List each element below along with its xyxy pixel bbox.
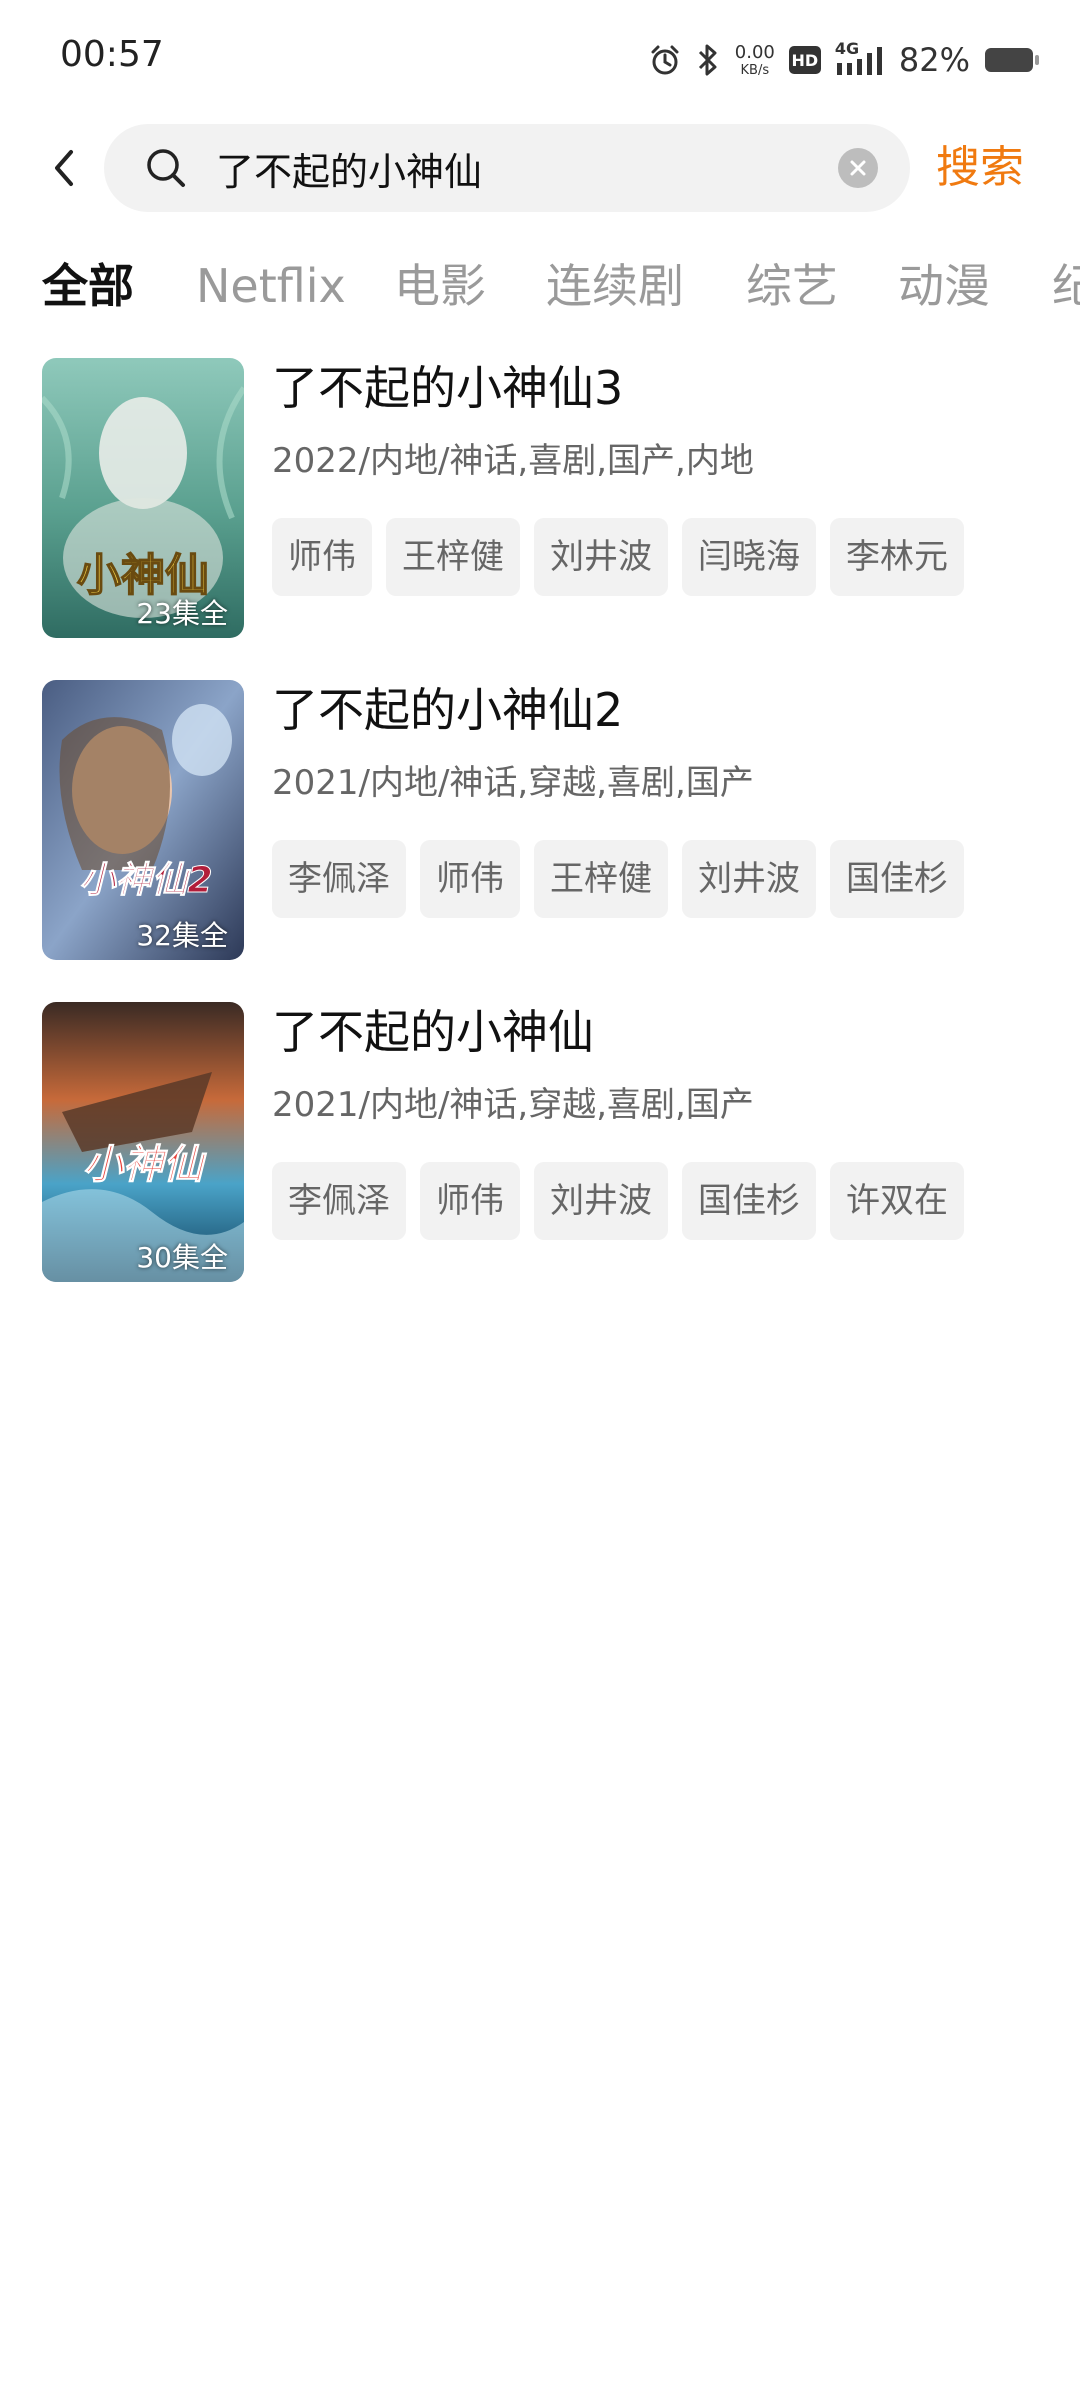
tab-all[interactable]: 全部 xyxy=(42,250,134,322)
result-item[interactable]: 小神仙 30集全 了不起的小神仙 2021/内地/神话,穿越,喜剧,国产 李佩泽… xyxy=(0,1002,1080,1282)
network-speed-value: 0.00 xyxy=(734,41,775,63)
search-header: 搜索 xyxy=(0,118,1080,218)
actor-tag[interactable]: 李佩泽 xyxy=(272,840,406,918)
actor-tag[interactable]: 师伟 xyxy=(420,1162,520,1240)
chevron-left-icon xyxy=(55,150,73,186)
episode-badge: 32集全 xyxy=(136,919,228,952)
hd-icon: HD xyxy=(788,46,821,74)
network-speed: 0.00 KB/s xyxy=(734,41,775,78)
tab-netflix[interactable]: Netflix xyxy=(196,250,346,322)
actor-tag[interactable]: 师伟 xyxy=(420,840,520,918)
result-meta: 2021/内地/神话,穿越,喜剧,国产 xyxy=(272,1085,754,1125)
actor-tag[interactable]: 刘井波 xyxy=(682,840,816,918)
actor-tags: 李佩泽 师伟 刘井波 国佳杉 许双在 xyxy=(272,1162,964,1242)
search-icon xyxy=(147,149,185,187)
status-time: 00:57 xyxy=(60,34,164,75)
tab-anime[interactable]: 动漫 xyxy=(898,250,990,322)
status-bar: 00:57 0.00 KB/s HD 4G 82% xyxy=(0,0,1080,118)
actor-tag[interactable]: 许双在 xyxy=(830,1162,964,1240)
signal-4g-icon: 4G xyxy=(835,39,885,77)
result-title[interactable]: 了不起的小神仙 xyxy=(272,1002,594,1062)
tab-variety[interactable]: 综艺 xyxy=(746,250,838,322)
search-input[interactable] xyxy=(216,138,816,198)
result-meta: 2022/内地/神话,喜剧,国产,内地 xyxy=(272,441,754,481)
poster-title-text: 小神仙 xyxy=(83,1142,207,1188)
search-button[interactable]: 搜索 xyxy=(936,138,1024,198)
episode-badge: 30集全 xyxy=(136,1241,228,1274)
category-tabs: 全部 Netflix 电影 连续剧 综艺 动漫 纪 xyxy=(0,250,1080,330)
actor-tag[interactable]: 王梓健 xyxy=(386,518,520,596)
actor-tag[interactable]: 李佩泽 xyxy=(272,1162,406,1240)
result-item[interactable]: 小神仙 23集全 了不起的小神仙3 2022/内地/神话,喜剧,国产,内地 师伟… xyxy=(0,358,1080,638)
poster-image[interactable]: 小神仙 30集全 xyxy=(42,1002,244,1282)
actor-tag[interactable]: 刘井波 xyxy=(534,518,668,596)
actor-tags: 师伟 王梓健 刘井波 闫晓海 李林元 xyxy=(272,518,964,598)
result-item[interactable]: 小神仙2 32集全 了不起的小神仙2 2021/内地/神话,穿越,喜剧,国产 李… xyxy=(0,680,1080,960)
result-title[interactable]: 了不起的小神仙3 xyxy=(272,358,623,418)
result-meta: 2021/内地/神话,穿越,喜剧,国产 xyxy=(272,763,754,803)
search-box[interactable] xyxy=(104,124,910,212)
tab-movie[interactable]: 电影 xyxy=(394,250,486,322)
actor-tag[interactable]: 李林元 xyxy=(830,518,964,596)
tab-series[interactable]: 连续剧 xyxy=(546,250,684,322)
actor-tag[interactable]: 王梓健 xyxy=(534,840,668,918)
actor-tag[interactable]: 闫晓海 xyxy=(682,518,816,596)
poster-title-text: 小神仙2 xyxy=(79,860,212,901)
battery-icon xyxy=(984,45,1040,75)
poster-image[interactable]: 小神仙2 32集全 xyxy=(42,680,244,960)
clear-icon[interactable] xyxy=(838,148,878,188)
alarm-icon xyxy=(649,44,681,76)
back-button[interactable] xyxy=(36,140,92,196)
actor-tag[interactable]: 师伟 xyxy=(272,518,372,596)
status-icons: 0.00 KB/s HD 4G 82% xyxy=(649,36,1040,84)
actor-tag[interactable]: 国佳杉 xyxy=(830,840,964,918)
actor-tag[interactable]: 国佳杉 xyxy=(682,1162,816,1240)
episode-badge: 23集全 xyxy=(136,597,228,630)
actor-tags: 李佩泽 师伟 王梓健 刘井波 国佳杉 xyxy=(272,840,964,920)
battery-percent: 82% xyxy=(898,41,970,79)
network-speed-unit: KB/s xyxy=(740,62,770,78)
tab-documentary[interactable]: 纪 xyxy=(1052,250,1080,322)
bluetooth-icon xyxy=(695,43,721,77)
poster-image[interactable]: 小神仙 23集全 xyxy=(42,358,244,638)
actor-tag[interactable]: 刘井波 xyxy=(534,1162,668,1240)
result-title[interactable]: 了不起的小神仙2 xyxy=(272,680,623,740)
